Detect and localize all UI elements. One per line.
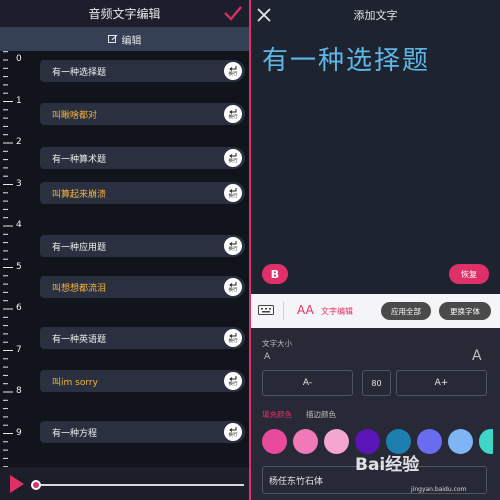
subtitle-timeline[interactable]: 0123456789 有一种选择题 换行 叫瞅啥都对 换行 有一种算术题 换行 叫算起来崩溃…: [0, 51, 249, 467]
change-font-button[interactable]: 更换字体: [439, 302, 491, 320]
subtitle-text: 叫瞅啥都对: [52, 110, 98, 121]
edit-label: 编辑: [121, 35, 142, 47]
ruler-tick-label: 1: [16, 95, 22, 106]
subtitle-item[interactable]: 叫im sorry 换行: [40, 370, 245, 392]
text-style-icon[interactable]: AA: [297, 303, 314, 317]
line-break-button[interactable]: 换行: [224, 278, 242, 296]
line-break-label: 换行: [228, 432, 238, 438]
right-title-text: 添加文字: [353, 9, 398, 22]
baidu-watermark-logo: Bai经验: [355, 455, 420, 475]
line-break-button[interactable]: 换行: [224, 423, 242, 441]
text-toolbar: AA 文字编辑 应用全部 更换字体: [251, 294, 500, 328]
text-preview-area: 添加文字 有一种选择题 B 恢复: [251, 0, 500, 294]
ruler-tick-label: 3: [16, 178, 22, 189]
color-swatch[interactable]: [448, 429, 473, 454]
ruler-tick-label: 5: [16, 261, 22, 272]
line-break-label: 换行: [228, 71, 238, 77]
line-break-label: 换行: [228, 158, 238, 164]
subtitle-item[interactable]: 有一种英语题 换行: [40, 327, 245, 349]
time-ruler[interactable]: [3, 51, 39, 467]
color-swatch[interactable]: [324, 429, 349, 454]
color-swatch[interactable]: [293, 429, 318, 454]
ruler-tick-label: 8: [16, 386, 22, 396]
subtitle-text: 叫算起来崩溃: [52, 189, 107, 200]
close-icon[interactable]: [255, 6, 273, 24]
decrease-size-button[interactable]: A-: [262, 370, 353, 396]
font-size-label: 文字大小: [262, 339, 292, 348]
confirm-check-icon[interactable]: [223, 3, 243, 23]
add-text-panel: 添加文字 有一种选择题 B 恢复 AA 文字编辑 应用全部 更换字体 文字大小 …: [251, 0, 500, 500]
line-break-label: 换行: [228, 246, 238, 252]
right-page-title: 添加文字: [251, 0, 500, 30]
subtitle-item[interactable]: 叫算起来崩溃 换行: [40, 182, 245, 204]
font-size-value[interactable]: 80: [362, 370, 391, 396]
large-a-icon: A: [472, 348, 482, 364]
subtitle-text: 叫想想都流泪: [52, 283, 107, 294]
subtitle-item[interactable]: 叫瞅啥都对 换行: [40, 103, 245, 125]
subtitle-text: 有一种算术题: [52, 154, 107, 165]
bold-button[interactable]: B: [262, 264, 288, 284]
restore-button[interactable]: 恢复: [449, 264, 489, 284]
line-break-label: 换行: [228, 338, 238, 344]
baidu-watermark-url: jingyan.baidu.com: [411, 486, 467, 493]
subtitle-text: 叫im sorry: [52, 377, 98, 388]
subtitle-text: 有一种应用题: [52, 242, 107, 253]
subtitle-text: 有一种方程: [52, 428, 98, 439]
line-break-label: 换行: [228, 193, 238, 199]
keyboard-icon[interactable]: [258, 305, 274, 317]
playback-bar: [0, 467, 249, 500]
fill-color-tab[interactable]: 填充颜色: [262, 409, 292, 420]
line-break-button[interactable]: 换行: [224, 62, 242, 80]
small-a-icon: A: [264, 352, 271, 362]
line-break-button[interactable]: 换行: [224, 237, 242, 255]
subtitle-text: 有一种选择题: [52, 67, 107, 78]
subtitle-text: 有一种英语题: [52, 334, 107, 345]
line-break-button[interactable]: 换行: [224, 184, 242, 202]
ruler-tick-label: 2: [16, 137, 22, 147]
line-break-label: 换行: [228, 381, 238, 387]
line-break-button[interactable]: 换行: [224, 105, 242, 123]
color-swatch[interactable]: [479, 429, 493, 454]
line-break-label: 换行: [228, 287, 238, 293]
ruler-tick-label: 0: [16, 54, 22, 64]
color-swatch[interactable]: [262, 429, 287, 454]
subtitle-item[interactable]: 有一种应用题 换行: [40, 235, 245, 257]
edit-icon: [107, 34, 117, 43]
line-break-button[interactable]: 换行: [224, 372, 242, 390]
subtitle-editor-panel: 音频文字编辑 编辑 0123456789 有一种选择题 换行 叫瞅啥都对 换行 有一种算…: [0, 0, 249, 500]
subtitle-item[interactable]: 叫想想都流泪 换行: [40, 276, 245, 298]
subtitle-item[interactable]: 有一种算术题 换行: [40, 147, 245, 169]
ruler-tick-label: 7: [16, 344, 22, 355]
ruler-tick-label: 9: [16, 427, 22, 438]
line-break-button[interactable]: 换行: [224, 329, 242, 347]
apply-all-button[interactable]: 应用全部: [381, 302, 431, 320]
color-swatch[interactable]: [417, 429, 442, 454]
play-icon[interactable]: [10, 475, 24, 493]
playback-scrubber[interactable]: [31, 480, 41, 490]
edit-button[interactable]: 编辑: [0, 27, 249, 51]
ruler-tick-label: 6: [16, 303, 22, 313]
increase-size-button[interactable]: A+: [396, 370, 487, 396]
toolbar-separator: [283, 302, 284, 320]
subtitle-item[interactable]: 有一种方程 换行: [40, 421, 245, 443]
stroke-color-tab[interactable]: 描边颜色: [306, 409, 336, 420]
ruler-tick-label: 4: [16, 220, 22, 230]
playback-track[interactable]: [36, 484, 244, 486]
left-title-text: 音频文字编辑: [88, 7, 161, 21]
left-page-title: 音频文字编辑: [0, 0, 249, 27]
subtitle-item[interactable]: 有一种选择题 换行: [40, 60, 245, 82]
line-break-button[interactable]: 换行: [224, 149, 242, 167]
text-preview[interactable]: 有一种选择题: [262, 40, 430, 77]
line-break-label: 换行: [228, 114, 238, 120]
text-edit-tab[interactable]: 文字编辑: [321, 306, 353, 317]
